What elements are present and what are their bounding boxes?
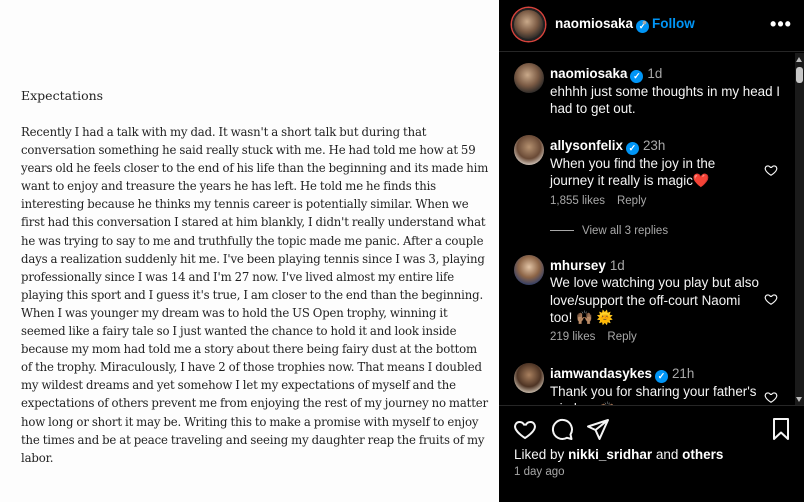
note-body: Recently I had a talk with my dad. It wa… [21,125,489,465]
commenter-username[interactable]: mhursey [550,258,606,273]
comment-body: ehhhh just some thoughts in my head I ha… [550,84,781,117]
heart-icon[interactable] [513,417,537,441]
liked-by-user[interactable]: nikki_sridhar [568,447,652,462]
comment-icon[interactable] [550,417,574,441]
reply-button[interactable]: Reply [617,195,646,207]
commenter-username[interactable]: iamwandasykes [550,366,652,381]
comment-text-block: naomiosaka ✓ 1d ehhhh just some thoughts i… [550,65,780,118]
commenter-avatar[interactable] [514,63,544,93]
comment-time[interactable]: 1d [647,66,662,81]
comment-text-block: iamwandasykes ✓ 21h Thank you for sharing … [550,365,760,405]
commenter-username[interactable]: naomiosaka [550,66,627,81]
commenter-username[interactable]: allysonfelix [550,138,623,153]
post-header: naomiosaka ✓ • Follow ••• [499,0,804,52]
comment-time[interactable]: 21h [672,366,694,381]
comments-panel: naomiosaka ✓ • Follow ••• naomiosaka ✓ 1d e… [499,0,804,502]
liked-by-text: Liked by nikki_sridhar and others [514,447,724,462]
verified-badge-icon: ✓ [625,142,639,155]
comment-body: When you find the joy in the journey it … [550,156,716,189]
commenter-avatar[interactable] [514,135,544,165]
separator-dot: • [642,14,647,30]
comments-list: naomiosaka ✓ 1d ehhhh just some thoughts i… [499,53,804,405]
view-replies-line [550,230,574,232]
commenter-avatar[interactable] [514,255,544,285]
post-image: Expectations Recently I had a talk with … [0,0,499,502]
scroll-up-arrow-icon[interactable] [796,57,802,62]
bookmark-icon[interactable] [769,417,793,441]
comment-meta: 1,855 likes Reply [550,195,646,207]
scroll-thumb[interactable] [796,67,803,83]
liked-by-others[interactable]: others [682,447,723,462]
comment-time[interactable]: 1d [610,258,625,273]
reply-button[interactable]: Reply [607,331,636,343]
comment-likes[interactable]: 1,855 likes [550,195,605,207]
comment-body: Thank you for sharing your father's wisd… [550,384,757,405]
more-icon[interactable]: ••• [770,13,792,35]
scrollbar[interactable] [795,53,804,405]
comment-body: We love watching you play but also love/… [550,275,759,325]
comment-likes[interactable]: 219 likes [550,331,595,343]
heart-icon[interactable] [764,390,778,404]
post-time[interactable]: 1 day ago [514,466,565,478]
scroll-down-arrow-icon[interactable] [796,397,802,402]
follow-button[interactable]: Follow [652,16,695,31]
heart-icon[interactable] [764,163,778,177]
comment-text-block: allysonfelix ✓ 23h When you find the joy i… [550,137,750,190]
verified-badge-icon: ✓ [630,70,644,83]
author-username[interactable]: naomiosaka ✓ [555,16,650,33]
heart-icon[interactable] [764,292,778,306]
share-icon[interactable] [586,417,610,441]
view-replies-button[interactable]: View all 3 replies [550,225,668,237]
verified-badge-icon: ✓ [654,370,668,383]
note-title: Expectations [21,88,104,103]
comment-meta: 219 likes Reply [550,331,637,343]
comment-text-block: mhursey 1d We love watching you play but … [550,257,760,326]
author-avatar[interactable] [512,8,545,41]
commenter-avatar[interactable] [514,363,544,393]
comment-time[interactable]: 23h [643,138,665,153]
